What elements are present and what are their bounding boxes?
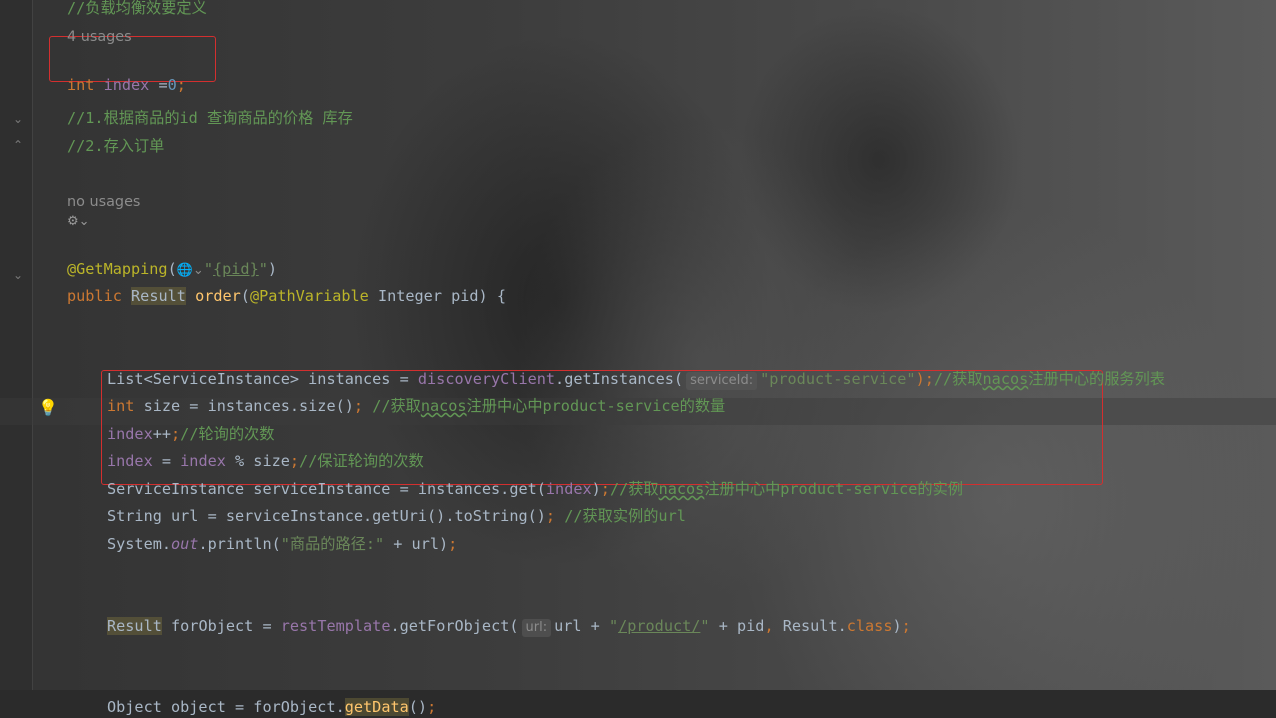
keyword-public: public bbox=[67, 287, 122, 305]
code-line-getmapping[interactable]: @GetMapping(🌐⌄"{pid}") bbox=[67, 236, 277, 278]
method-order[interactable]: order bbox=[195, 287, 241, 305]
annotation-pathvariable: @PathVariable bbox=[249, 287, 369, 305]
code-line-index-mod[interactable]: index = index % size;//保证轮询的次数 bbox=[107, 428, 424, 470]
keyword-class: class bbox=[846, 617, 893, 635]
semicolon: ; bbox=[176, 76, 186, 94]
code-comment-step2: //2.存入订单 bbox=[67, 137, 165, 155]
comment-part: 注册中心中product-service的数量 bbox=[466, 397, 726, 415]
param-pid: Integer pid) { bbox=[368, 287, 506, 305]
paren: ( bbox=[240, 287, 250, 305]
code-comment-load-balance: //负载均衡效要定义 bbox=[67, 0, 207, 17]
param-hint-url: url: bbox=[521, 619, 552, 637]
call-close: ); bbox=[915, 370, 934, 388]
fold-method-icon[interactable]: ⌄ bbox=[13, 268, 23, 282]
semicolon: ; bbox=[901, 617, 911, 635]
paren: ) bbox=[892, 617, 902, 635]
concat-url: + url) bbox=[384, 535, 449, 553]
usages-hint[interactable]: 4 usages bbox=[67, 26, 132, 48]
call-parens: () bbox=[408, 698, 428, 716]
type-result[interactable]: Result bbox=[131, 287, 186, 305]
comment-url: //获取实例的url bbox=[555, 507, 686, 525]
fold-end-icon[interactable]: ⌃ bbox=[13, 138, 23, 152]
comment-part: //获取 bbox=[363, 397, 421, 415]
comma: , bbox=[764, 617, 774, 635]
code-line-method-signature[interactable]: public Result order(@PathVariable Intege… bbox=[67, 263, 506, 305]
concat-pid: + pid bbox=[709, 617, 765, 635]
type-result[interactable]: Result bbox=[107, 617, 162, 635]
method-get-data[interactable]: getData bbox=[344, 698, 409, 716]
call-println: .println( bbox=[198, 535, 281, 553]
fold-start-icon[interactable]: ⌄ bbox=[13, 112, 23, 126]
code-comment-step1: //1.根据商品的id 查询商品的价格 库存 bbox=[67, 109, 353, 127]
string-path: "商品的路径:" bbox=[280, 535, 385, 553]
static-out: out bbox=[171, 535, 199, 553]
semicolon: ; bbox=[427, 698, 437, 716]
rt-decl: forObject = bbox=[161, 617, 281, 635]
lightbulb-icon[interactable]: 💡 bbox=[38, 398, 58, 417]
editor-gutter[interactable] bbox=[0, 0, 32, 690]
code-line-url[interactable]: String url = serviceInstance.getUri().to… bbox=[107, 483, 686, 525]
number-zero: 0 bbox=[167, 76, 177, 94]
path-product[interactable]: /product/ bbox=[618, 617, 700, 635]
code-line-resttemplate[interactable]: Result forObject = restTemplate.getForOb… bbox=[107, 593, 911, 637]
semicolon: ; bbox=[353, 397, 364, 415]
gutter-divider bbox=[32, 0, 33, 690]
code-line-println[interactable]: System.out.println("商品的路径:" + url); bbox=[107, 511, 457, 553]
no-usages-hint[interactable]: no usages bbox=[67, 191, 140, 213]
quote: " bbox=[700, 617, 710, 635]
semicolon: ; bbox=[545, 507, 556, 525]
call-get-for-object: .getForObject( bbox=[390, 617, 519, 635]
field-index: index bbox=[103, 76, 150, 94]
field-rest-template[interactable]: restTemplate bbox=[281, 617, 391, 635]
system-class: System. bbox=[107, 535, 172, 553]
comment-nacos: nacos bbox=[982, 370, 1029, 388]
code-line-get-data[interactable]: Object object = forObject.getData(); bbox=[107, 674, 436, 716]
wallpaper-background bbox=[0, 0, 1276, 690]
string-product-service: "product-service" bbox=[760, 370, 916, 388]
comment-part: 注册中心的服务列表 bbox=[1028, 370, 1165, 388]
code-line-size[interactable]: int size = instances.size(); //获取nacos注册… bbox=[107, 373, 725, 415]
url-concat: url + bbox=[554, 617, 609, 635]
result-class-ref: Result. bbox=[773, 617, 847, 635]
code-line-service-instance[interactable]: ServiceInstance serviceInstance = instan… bbox=[107, 456, 963, 498]
semicolon: ; bbox=[448, 535, 458, 553]
comment-part: 注册中心中product-service的实例 bbox=[704, 480, 963, 498]
code-line-instances[interactable]: List<ServiceInstance> instances = discov… bbox=[107, 346, 1165, 390]
keyword-int: int bbox=[67, 76, 95, 94]
operator-eq: = bbox=[149, 76, 168, 94]
code-line-index-increment[interactable]: index++;//轮询的次数 bbox=[107, 401, 274, 443]
object-decl: Object object = forObject. bbox=[107, 698, 345, 716]
code-line-index-field[interactable]: int index =0; bbox=[67, 52, 186, 94]
ai-assistant-icon[interactable]: ⚙⌄ bbox=[67, 214, 90, 229]
comment-nacos: nacos bbox=[420, 397, 467, 415]
comment-part: //获取 bbox=[933, 370, 983, 388]
quote: " bbox=[608, 617, 619, 635]
